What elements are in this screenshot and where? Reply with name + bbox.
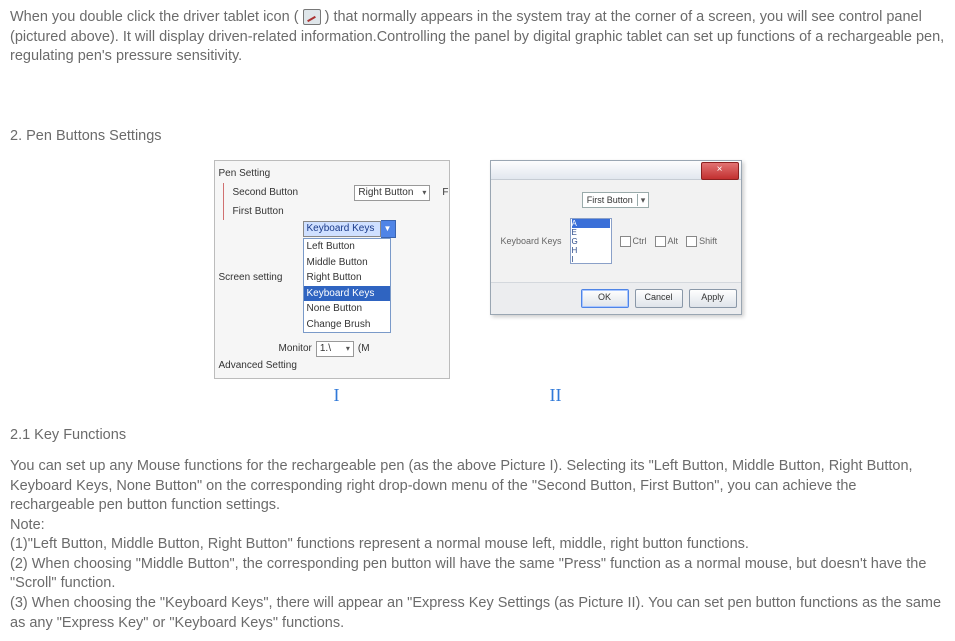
key-listbox[interactable]: A E G H I [570, 218, 612, 264]
second-button-value: Right Button [358, 186, 413, 200]
first-button-combo-label: First Button [583, 194, 637, 206]
checkbox-alt[interactable]: Alt [655, 235, 679, 247]
section-2-heading: 2. Pen Buttons Settings [10, 127, 945, 147]
first-button-value: Keyboard Keys [303, 221, 381, 237]
label-alt: Alt [668, 235, 679, 247]
chevron-down-icon: ▾ [422, 186, 426, 200]
first-button-combo[interactable]: First Button ▾ [582, 192, 650, 208]
trail-right: F [436, 186, 448, 200]
chevron-down-icon: ▼ [381, 220, 396, 238]
checkbox-icon [686, 236, 697, 247]
second-button-dropdown[interactable]: Right Button ▾ [354, 185, 430, 201]
label-shift: Shift [699, 235, 717, 247]
option-middle-button[interactable]: Middle Button [304, 255, 390, 271]
note-1: (1)"Left Button, Middle Button, Right Bu… [10, 535, 945, 555]
label-ctrl: Ctrl [633, 235, 647, 247]
first-button-dropdown[interactable]: Keyboard Keys ▼ [303, 220, 449, 238]
figure-label-1: I [334, 383, 340, 407]
first-button-dropdown-list[interactable]: Left Button Middle Button Right Button K… [303, 238, 391, 333]
figure-2: × First Button ▾ Keyboard Keys A E G H [490, 160, 742, 379]
figure-labels: I II [10, 383, 945, 407]
intro-text-1: When you double click the driver tablet … [10, 9, 299, 25]
tray-icon [303, 9, 321, 25]
note-label: Note: [10, 516, 945, 536]
checkbox-shift[interactable]: Shift [686, 235, 717, 247]
apply-button[interactable]: Apply [689, 289, 737, 308]
note-2: (2) When choosing "Middle Button", the c… [10, 555, 945, 594]
checkbox-ctrl[interactable]: Ctrl [620, 235, 647, 247]
option-right-button[interactable]: Right Button [304, 270, 390, 286]
option-left-button[interactable]: Left Button [304, 239, 390, 255]
subsection-2-1-heading: 2.1 Key Functions [10, 426, 945, 446]
checkbox-icon [620, 236, 631, 247]
chevron-down-icon: ▾ [346, 342, 350, 356]
ok-button[interactable]: OK [581, 289, 629, 308]
intro-paragraph: When you double click the driver tablet … [10, 8, 945, 67]
cancel-button[interactable]: Cancel [635, 289, 683, 308]
label-keyboard-keys: Keyboard Keys [501, 235, 562, 247]
chevron-down-icon: ▾ [637, 194, 649, 206]
key-option-e[interactable]: E [572, 228, 610, 237]
option-none-button[interactable]: None Button [304, 301, 390, 317]
tree-pen-setting[interactable]: Pen Setting [219, 165, 449, 183]
checkbox-icon [655, 236, 666, 247]
key-option-i[interactable]: I [572, 255, 610, 264]
dialog-titlebar: × [491, 161, 741, 180]
note-3: (3) When choosing the "Keyboard Keys", t… [10, 594, 945, 633]
tree-advanced-setting[interactable]: Advanced Setting [219, 357, 449, 375]
label-second-button: Second Button [233, 186, 299, 200]
option-keyboard-keys[interactable]: Keyboard Keys [304, 286, 390, 302]
monitor-value: 1.\ [320, 342, 331, 356]
pen-setting-panel: Pen Setting Second Button Right Button ▾… [214, 160, 450, 379]
body-text: You can set up any Mouse functions for t… [10, 457, 945, 633]
key-option-g[interactable]: G [572, 237, 610, 246]
dialog-button-row: OK Cancel Apply [491, 282, 741, 314]
close-button[interactable]: × [701, 162, 739, 180]
figure-1: Pen Setting Second Button Right Button ▾… [214, 160, 450, 379]
figures-row: Pen Setting Second Button Right Button ▾… [10, 160, 945, 379]
option-change-brush[interactable]: Change Brush [304, 317, 390, 333]
label-monitor: Monitor [279, 342, 312, 356]
monitor-suffix: (M [358, 342, 370, 356]
paragraph-main: You can set up any Mouse functions for t… [10, 457, 945, 516]
monitor-field[interactable]: 1.\ ▾ [316, 341, 354, 357]
figure-label-2: II [550, 383, 562, 407]
key-option-h[interactable]: H [572, 246, 610, 255]
express-key-dialog: × First Button ▾ Keyboard Keys A E G H [490, 160, 742, 315]
key-option-a[interactable]: A [572, 219, 610, 228]
label-first-button: First Button [233, 205, 284, 219]
